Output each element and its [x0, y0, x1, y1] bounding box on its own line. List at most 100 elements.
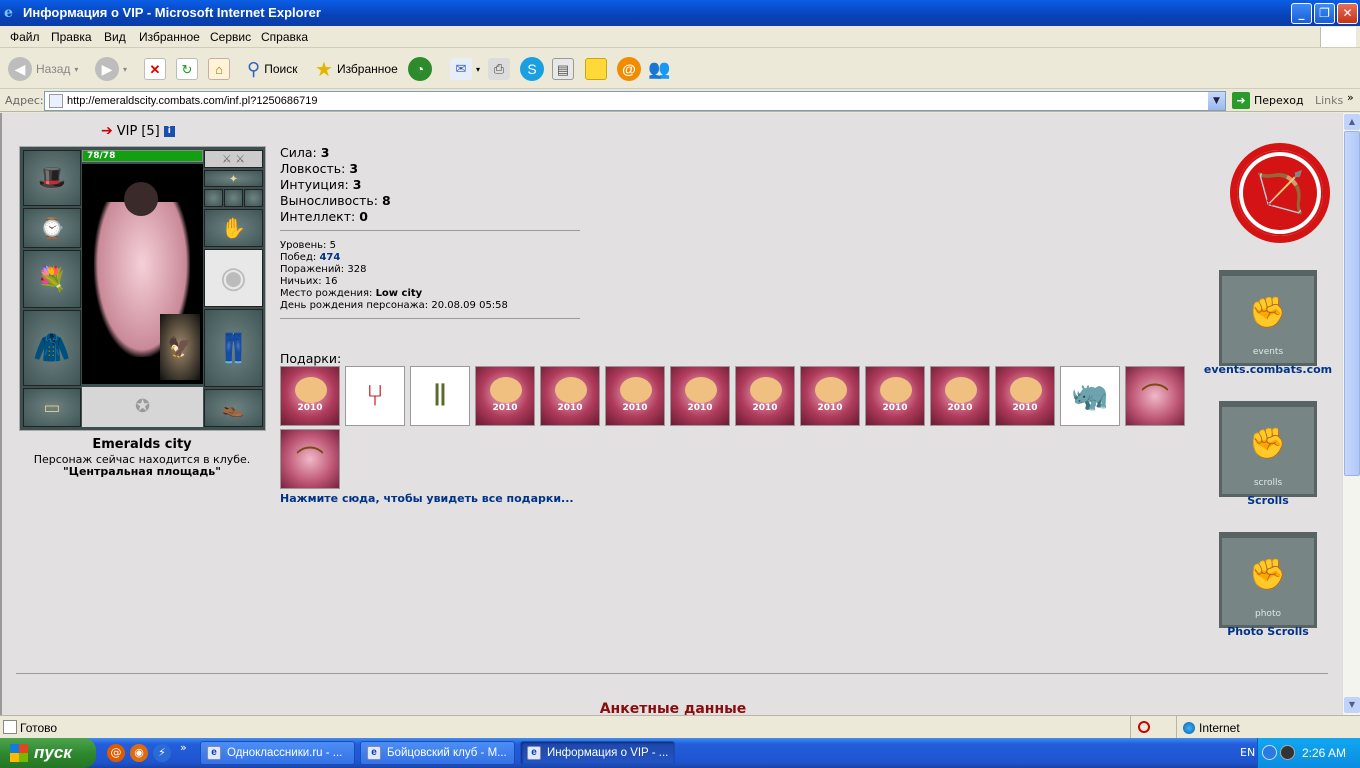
favorites-button[interactable]: ★ Избранное	[315, 55, 398, 83]
tray-app-icon[interactable]	[1280, 745, 1295, 760]
scrolls-banner[interactable]: ✊ scrolls	[1219, 401, 1317, 497]
slot-armor[interactable]: 🧥	[23, 310, 81, 386]
gift-owls-2010[interactable]: 2010	[865, 366, 925, 426]
photo-scrolls-link[interactable]: Photo Scrolls	[1198, 625, 1338, 638]
task-label: Бойцовский клуб - M...	[387, 747, 507, 759]
pet-eagle-icon[interactable]: 🦅	[160, 314, 200, 380]
quicklaunch-mail-ru-icon[interactable]: @	[107, 744, 125, 762]
skype-button[interactable]: S	[520, 55, 544, 83]
close-button[interactable]: ✕	[1337, 3, 1358, 24]
menu-favorites[interactable]: Избранное	[139, 30, 200, 44]
history-button[interactable]: ◔	[408, 55, 432, 83]
stat-value: 3	[320, 145, 330, 160]
gift-owls-2010[interactable]: 2010	[280, 366, 340, 426]
clock[interactable]: 2:26 AM	[1302, 746, 1346, 760]
slot-boots[interactable]: 👞	[204, 389, 263, 427]
mail-button[interactable]: ✉ ▾	[450, 55, 480, 83]
character-equipment: 🎩 ⌚ 💐 🧥 ▭ 78/78 🦅 ✪ ⚔ ⚔ ✦ ✋ ◉ 👖 👞	[19, 146, 266, 431]
slot-weapon[interactable]: 💐	[23, 250, 81, 308]
character-avatar[interactable]: 🦅	[82, 164, 203, 384]
owl-icon	[750, 377, 782, 403]
tray-arrow-icon[interactable]	[1262, 745, 1277, 760]
search-button[interactable]: ⚲ Поиск	[247, 55, 297, 83]
slot-rune[interactable]: ⚔ ⚔	[204, 150, 263, 168]
task-vip-info[interactable]: e Информация о VIP - ...	[520, 741, 675, 765]
vertical-scrollbar[interactable]: ▲ ▼	[1342, 113, 1360, 715]
slot-amulet[interactable]: ✦	[204, 170, 263, 187]
archer-logo[interactable]: 🏹	[1230, 143, 1330, 243]
slot-bracer[interactable]: ⌚	[23, 208, 81, 248]
forward-button[interactable]: ▶ ▾	[95, 55, 127, 83]
back-dropdown-icon[interactable]: ▾	[74, 65, 78, 74]
photo-scrolls-banner[interactable]: ✊ photo	[1219, 532, 1317, 628]
menu-help[interactable]: Справка	[261, 30, 308, 44]
gift-rhino[interactable]: 🦏	[1060, 366, 1120, 426]
scroll-thumb[interactable]	[1344, 131, 1360, 476]
menu-file[interactable]: Файл	[10, 30, 40, 44]
gift-fork[interactable]: ⑂	[345, 366, 405, 426]
refresh-button[interactable]: ↻	[176, 55, 198, 83]
slot-ring-3[interactable]	[244, 189, 263, 207]
language-indicator[interactable]: EN	[1240, 746, 1255, 759]
go-button[interactable]: ➜ Переход	[1232, 92, 1304, 109]
menu-edit[interactable]: Правка	[51, 30, 92, 44]
gift-suspenders[interactable]: Ⅱ	[410, 366, 470, 426]
gift-owls-2010[interactable]: 2010	[930, 366, 990, 426]
stat-label: Ловкость:	[280, 161, 346, 176]
mail-dropdown-icon[interactable]: ▾	[476, 65, 480, 74]
character-info: Уровень: 5 Побед: 474 Поражений: 328 Нич…	[280, 240, 508, 312]
slot-pants[interactable]: 👖	[204, 309, 263, 387]
gift-cat-ears[interactable]: ⌒	[280, 429, 340, 489]
gift-owls-2010[interactable]: 2010	[605, 366, 665, 426]
gift-owls-2010[interactable]: 2010	[540, 366, 600, 426]
quicklaunch-icon[interactable]: ⚡	[153, 744, 171, 762]
stop-button[interactable]: ✕	[144, 55, 166, 83]
links-toolbar[interactable]: Links	[1315, 94, 1343, 107]
forward-dropdown-icon[interactable]: ▾	[123, 65, 127, 74]
stats-list: Сила: 3 Ловкость: 3 Интуиция: 3 Вынослив…	[280, 145, 391, 225]
scroll-up-icon[interactable]: ▲	[1344, 114, 1360, 130]
gift-owls-2010[interactable]: 2010	[735, 366, 795, 426]
owl-icon	[295, 377, 327, 403]
back-button[interactable]: ◀ Назад ▾	[8, 55, 78, 83]
address-dropdown-icon[interactable]: ▼	[1208, 92, 1225, 110]
home-button[interactable]: ⌂	[208, 55, 230, 83]
slot-ring-1[interactable]	[204, 189, 223, 207]
events-banner[interactable]: ✊ events	[1219, 270, 1317, 366]
slot-ring-2[interactable]	[224, 189, 243, 207]
wins-link[interactable]: 474	[319, 252, 340, 263]
contacts-button[interactable]: 👥	[648, 55, 670, 83]
messenger-button[interactable]: ▤	[552, 55, 574, 83]
slot-shield[interactable]: ◉	[204, 249, 263, 307]
gift-cat-ears[interactable]: ⌒	[1125, 366, 1185, 426]
slot-helmet[interactable]: 🎩	[23, 150, 81, 206]
menu-tools[interactable]: Сервис	[210, 30, 251, 44]
gift-owls-2010[interactable]: 2010	[995, 366, 1055, 426]
quicklaunch-firefox-icon[interactable]: ◉	[130, 744, 148, 762]
slot-belt[interactable]: ▭	[23, 388, 81, 427]
minimize-button[interactable]: _	[1291, 3, 1312, 24]
quicklaunch-chevron-icon[interactable]: »	[180, 741, 187, 754]
chevron-right-icon[interactable]: »	[1347, 91, 1354, 104]
restore-button[interactable]: ❐	[1314, 3, 1335, 24]
menu-view[interactable]: Вид	[104, 30, 126, 44]
start-button[interactable]: пуск	[0, 738, 96, 768]
scroll-down-icon[interactable]: ▼	[1344, 697, 1360, 713]
task-odnoklassniki[interactable]: e Одноклассники.ru - ...	[200, 741, 355, 765]
gift-owls-2010[interactable]: 2010	[475, 366, 535, 426]
gift-owls-2010[interactable]: 2010	[670, 366, 730, 426]
info-icon[interactable]: i	[163, 125, 175, 137]
events-link[interactable]: events.combats.com	[1198, 363, 1338, 376]
private-arrow-icon[interactable]: ➔	[101, 123, 113, 139]
task-combats[interactable]: e Бойцовский клуб - M...	[360, 741, 515, 765]
address-url[interactable]: http://emeraldscity.combats.com/inf.pl?1…	[67, 95, 318, 107]
slot-gloves[interactable]: ✋	[204, 209, 263, 247]
mail-ru-button[interactable]: @	[617, 55, 641, 83]
notes-button[interactable]	[585, 55, 607, 83]
gift-owls-2010[interactable]: 2010	[800, 366, 860, 426]
print-button[interactable]: ⎙	[488, 55, 510, 83]
address-input[interactable]: http://emeraldscity.combats.com/inf.pl?1…	[44, 91, 1226, 111]
all-gifts-link[interactable]: Нажмите сюда, чтобы увидеть все подарки.…	[280, 492, 574, 505]
scrolls-link[interactable]: Scrolls	[1198, 494, 1338, 507]
ie-page-icon: e	[367, 746, 381, 760]
